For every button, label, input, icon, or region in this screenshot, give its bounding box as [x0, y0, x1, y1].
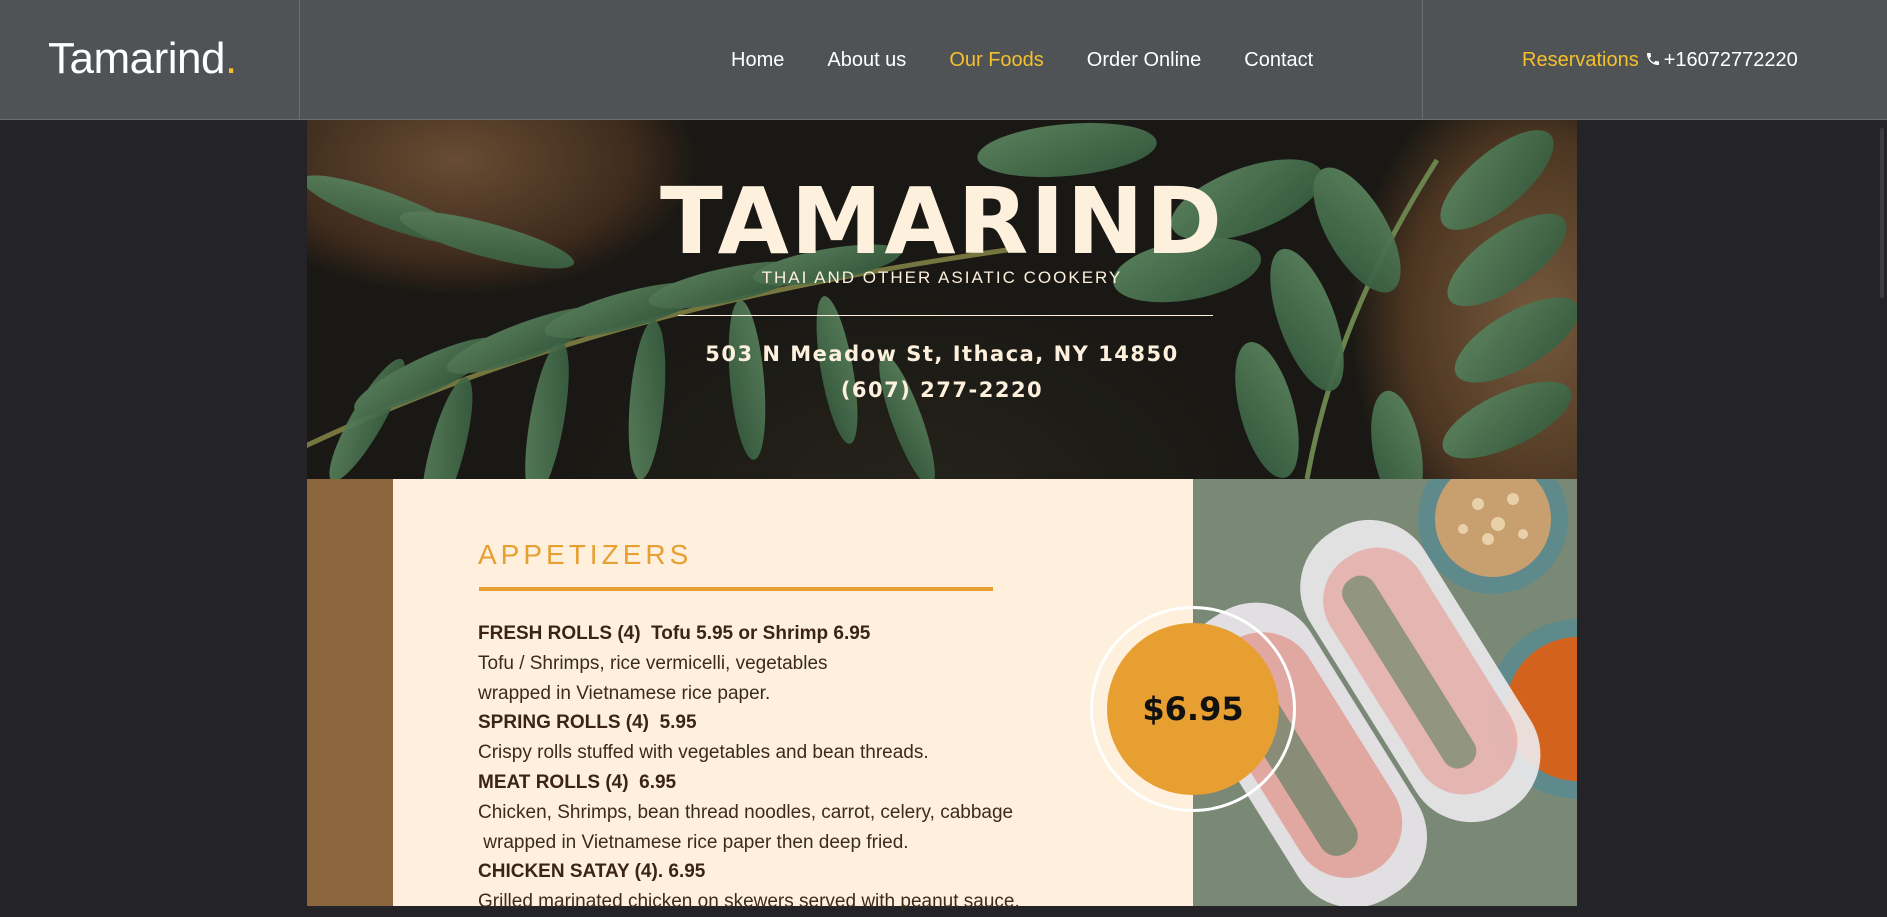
reservations-label: Reservations: [1522, 49, 1639, 71]
menu-item-desc: Tofu / Shrimps, rice vermicelli, vegetab…: [478, 652, 828, 674]
site-logo[interactable]: Tamarind.: [48, 34, 237, 84]
logo-container: Tamarind.: [0, 0, 300, 120]
nav-about-us[interactable]: About us: [827, 48, 906, 72]
nav-home[interactable]: Home: [731, 48, 784, 72]
menu-item-name: FRESH ROLLS (4) Tofu 5.95 or Shrimp 6.95: [478, 623, 871, 644]
menu-item-desc: wrapped in Vietnamese rice paper then de…: [478, 831, 909, 853]
menu-item-name: MEAT ROLLS (4) 6.95: [478, 771, 677, 793]
hero-title: TAMARIND: [659, 168, 1224, 275]
menu-item-desc: Crispy rolls stuffed with vegetables and…: [478, 742, 929, 764]
menu-item-desc: Chicken, Shrimps, bean thread noodles, c…: [478, 801, 1014, 823]
hero-phone[interactable]: (607) 277-2220: [307, 378, 1577, 402]
menu-item: SPRING ROLLS (4) 5.95 Crispy rolls stuff…: [478, 708, 1098, 768]
reservations-container: Reservations +16072772220: [1422, 0, 1887, 120]
menu-item-desc: Grilled marinated chicken on skewers ser…: [478, 891, 1020, 913]
price-badge: $6.95: [1107, 623, 1279, 795]
price-badge-text: $6.95: [1142, 690, 1244, 728]
menu-item-name: SPRING ROLLS (4) 5.95: [478, 712, 697, 734]
section-divider: [479, 587, 993, 591]
menu-item: CHICKEN SATAY (4). 6.95 Grilled marinate…: [478, 857, 1098, 917]
logo-text: Tamarind: [48, 34, 225, 83]
menu-item-desc: wrapped in Vietnamese rice paper.: [478, 682, 771, 704]
appetizers-panel: APPETIZERS FRESH ROLLS (4) Tofu 5.95 or …: [393, 479, 1193, 912]
site-header: Tamarind. Home About us Our Foods Order …: [0, 0, 1887, 120]
nav-order-online[interactable]: Order Online: [1087, 48, 1202, 72]
menu-item-name: CHICKEN SATAY (4). 6.95: [478, 861, 706, 883]
decorative-strip: [307, 479, 393, 906]
nav-our-foods[interactable]: Our Foods: [949, 48, 1043, 72]
hero-divider: [678, 315, 1213, 316]
main-nav: Home About us Our Foods Order Online Con…: [731, 48, 1313, 72]
hero-subtitle: THAI AND OTHER ASIATIC COOKERY: [761, 268, 1123, 287]
reservations-link[interactable]: Reservations +16072772220: [1522, 48, 1798, 72]
phone-icon: [1646, 53, 1659, 65]
section-title: APPETIZERS: [478, 539, 693, 570]
logo-dot: .: [224, 34, 237, 83]
hero-address: 503 N Meadow St, Ithaca, NY 14850: [705, 342, 1179, 366]
hero-banner: TAMARIND THAI AND OTHER ASIATIC COOKERY …: [307, 120, 1577, 479]
page-scrollbar[interactable]: [1873, 120, 1887, 906]
menu-item: FRESH ROLLS (4) Tofu 5.95 or Shrimp 6.95…: [478, 619, 1098, 708]
reservations-phone: +16072772220: [1663, 49, 1798, 71]
menu-item: MEAT ROLLS (4) 6.95 Chicken, Shrimps, be…: [478, 768, 1098, 857]
menu-list: FRESH ROLLS (4) Tofu 5.95 or Shrimp 6.95…: [478, 619, 1098, 917]
scrollbar-thumb[interactable]: [1880, 128, 1884, 298]
nav-contact[interactable]: Contact: [1244, 48, 1313, 72]
